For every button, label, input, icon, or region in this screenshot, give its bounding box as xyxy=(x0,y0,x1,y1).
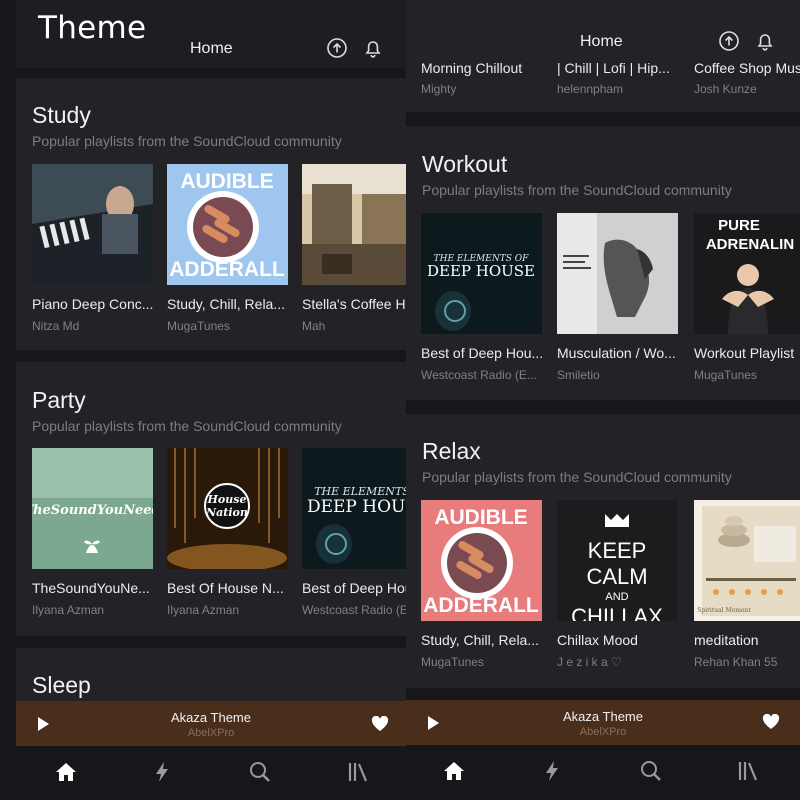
playlist-title: Study, Chill, Rela... xyxy=(421,632,540,648)
now-playing-artist: AbelXPro xyxy=(187,727,235,739)
playlist-author[interactable]: Nitza Md xyxy=(32,319,79,333)
theme-label: Theme xyxy=(38,10,147,46)
section-title: Study xyxy=(32,102,91,128)
playlist-title: Best of Deep Hou... xyxy=(421,345,544,361)
bell-icon[interactable] xyxy=(362,37,384,59)
playlist-artwork: THE ELEMENTSDEEP HOUS xyxy=(302,448,406,569)
playlist-author[interactable]: Mighty xyxy=(421,82,456,96)
art-text: KEEP xyxy=(588,538,647,563)
search-icon[interactable] xyxy=(248,760,272,784)
playlist-title: TheSoundYouNe... xyxy=(32,580,150,596)
playlist-title: Best Of House N... xyxy=(167,580,284,596)
playlist-title: Musculation / Wo... xyxy=(557,345,676,361)
lightning-icon[interactable] xyxy=(150,760,174,784)
section-title: Party xyxy=(32,387,86,413)
playlist-author[interactable]: MugaTunes xyxy=(421,655,484,669)
art-text: Spiritual Moment xyxy=(697,607,751,614)
section-subtitle: Popular playlists from the SoundCloud co… xyxy=(422,182,732,198)
art-text: Nation xyxy=(205,506,248,519)
section-study: Study Popular playlists from the SoundCl… xyxy=(16,78,406,350)
playlist-author[interactable]: helennpham xyxy=(557,82,623,96)
left-screen: Home Study Popular playlists from the So… xyxy=(16,0,406,800)
section-title: Sleep xyxy=(32,672,91,698)
art-text: AUDIBLE xyxy=(180,170,273,193)
bottom-nav xyxy=(16,746,406,800)
art-text: AUDIBLE xyxy=(434,506,527,529)
art-text: DEEP HOUS xyxy=(307,497,406,517)
section-workout: Workout Popular playlists from the Sound… xyxy=(406,126,800,400)
playlist-artwork: AUDIBLE ADDERALL xyxy=(167,164,288,285)
mini-player[interactable]: Akaza Theme AbelXPro xyxy=(406,700,800,745)
section-subtitle: Popular playlists from the SoundCloud co… xyxy=(32,418,342,434)
playlist-title: Workout Playlist xyxy=(694,345,795,361)
upload-circle-icon[interactable] xyxy=(326,37,348,59)
playlist-title: meditation xyxy=(694,632,759,648)
art-text: DEEP HOUSE xyxy=(427,262,535,280)
section-subtitle: Popular playlists from the SoundCloud co… xyxy=(32,133,342,149)
playlist-author[interactable]: Westcoast Radio (E... xyxy=(421,368,537,382)
art-text: TheSoundYouNeed xyxy=(32,503,153,518)
section-relax: Relax Popular playlists from the SoundCl… xyxy=(406,414,800,688)
playlist-title: Coffee Shop Mus xyxy=(694,60,800,76)
playlist-title: | Chill | Lofi | Hip... xyxy=(557,60,670,76)
playlist-author[interactable]: Mah xyxy=(302,319,325,333)
playlist-title: Chillax Mood xyxy=(557,632,638,648)
playlist-artwork xyxy=(32,164,153,285)
now-playing-title: Akaza Theme xyxy=(171,710,251,725)
section-sleep: Sleep xyxy=(16,648,406,708)
playlist-author[interactable]: Ilyana Azman xyxy=(32,603,104,617)
lightning-icon[interactable] xyxy=(540,759,564,783)
art-text: PURE xyxy=(718,217,760,234)
playlist-title: Study, Chill, Rela... xyxy=(167,296,286,312)
library-icon[interactable] xyxy=(346,760,370,784)
playlist-artwork: THE ELEMENTS OF DEEP HOUSE xyxy=(421,213,542,334)
playlist-title: Morning Chillout xyxy=(421,60,523,76)
section-title: Relax xyxy=(422,438,481,464)
playlist-artwork xyxy=(302,164,406,285)
search-icon[interactable] xyxy=(639,759,663,783)
art-text: ADRENALIN xyxy=(706,236,794,253)
section-subtitle: Popular playlists from the SoundCloud co… xyxy=(422,469,732,485)
playlist-author[interactable]: Josh Kunze xyxy=(694,82,757,96)
art-text: CALM xyxy=(586,564,647,589)
heart-icon[interactable] xyxy=(371,716,389,732)
upload-circle-icon[interactable] xyxy=(718,30,740,52)
playlist-artwork: TheSoundYouNeed xyxy=(32,448,153,569)
playlist-author[interactable]: MugaTunes xyxy=(694,368,757,382)
home-icon[interactable] xyxy=(442,759,466,783)
playlist-artwork xyxy=(557,213,678,334)
library-icon[interactable] xyxy=(736,759,760,783)
playlist-artwork: PURE ADRENALIN xyxy=(694,213,800,334)
section-party: Party Popular playlists from the SoundCl… xyxy=(16,362,406,636)
playlist-artwork: Spiritual Moment xyxy=(694,500,800,621)
section-title: Workout xyxy=(422,151,508,177)
now-playing-artist: AbelXPro xyxy=(579,726,627,738)
playlist-artwork: KEEP CALM AND CHILLAX xyxy=(557,500,678,621)
art-text: AND xyxy=(605,591,628,603)
playlist-author[interactable]: J e z i k a ♡ xyxy=(557,655,622,669)
top-bar: Home Morning Chillout Mighty | Chill | L… xyxy=(406,0,800,112)
playlist-title: Stella's Coffee H xyxy=(302,296,406,312)
playlist-author[interactable]: Westcoast Radio (E xyxy=(302,603,406,617)
playlist-author[interactable]: Ilyana Azman xyxy=(167,603,239,617)
bottom-nav xyxy=(406,746,800,800)
page-title: Home xyxy=(580,33,623,50)
playlist-author[interactable]: MugaTunes xyxy=(167,319,230,333)
playlist-title: Best of Deep Hou xyxy=(302,580,406,596)
heart-icon[interactable] xyxy=(762,714,780,730)
now-playing-title: Akaza Theme xyxy=(563,709,643,724)
art-text: CHILLAX xyxy=(571,604,663,621)
playlist-artwork: House Nation xyxy=(167,448,288,569)
playlist-artwork: AUDIBLE ADDERALL xyxy=(421,500,542,621)
playlist-author[interactable]: Rehan Khan 55 xyxy=(694,655,777,669)
home-icon[interactable] xyxy=(54,760,78,784)
playlist-title: Piano Deep Conc... xyxy=(32,296,154,312)
page-title: Home xyxy=(190,40,233,57)
bell-icon[interactable] xyxy=(754,30,776,52)
right-screen: Home Morning Chillout Mighty | Chill | L… xyxy=(406,0,800,800)
art-text: House xyxy=(207,493,247,506)
playlist-author[interactable]: Smiletio xyxy=(557,368,600,382)
mini-player[interactable]: Akaza Theme AbelXPro xyxy=(16,701,406,746)
